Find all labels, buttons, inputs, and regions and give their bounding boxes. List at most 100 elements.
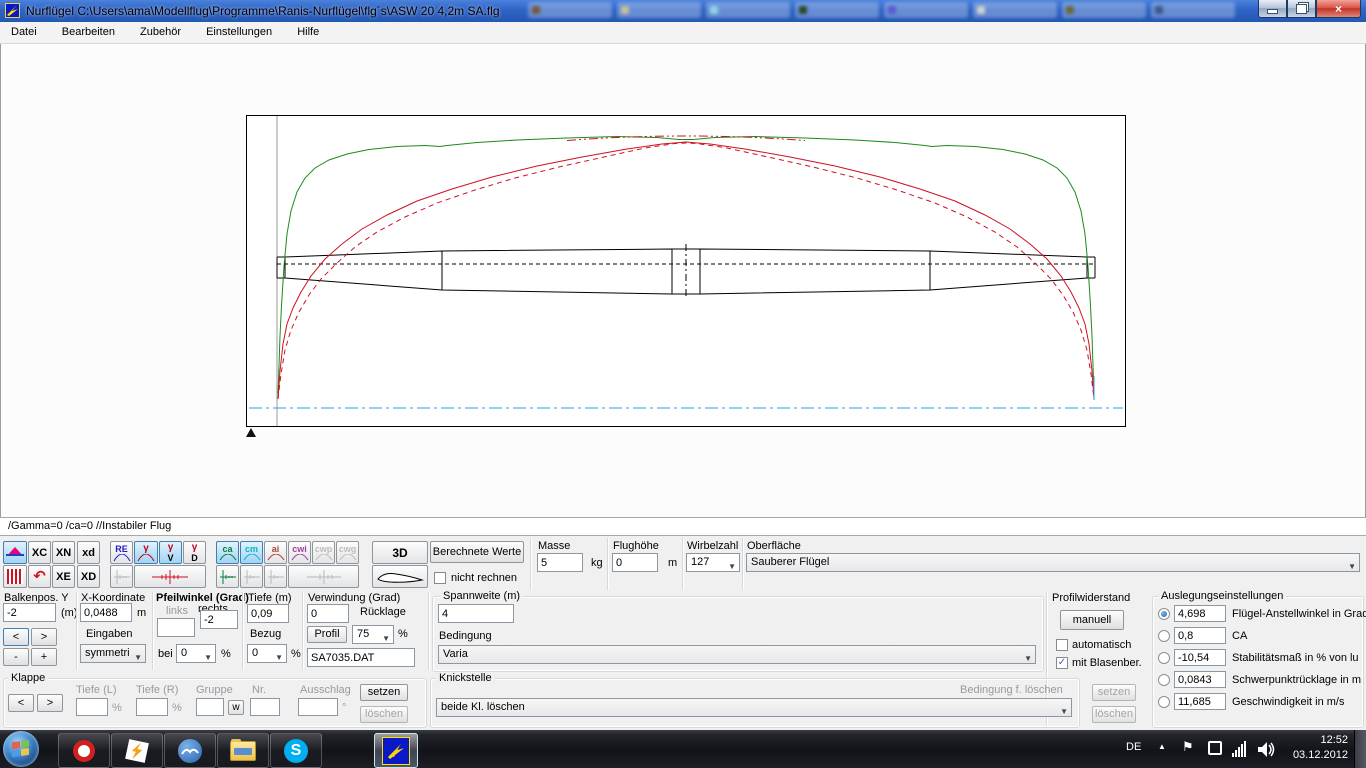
oberflaeche-combo[interactable]: Sauberer Flügel ▼: [746, 553, 1360, 572]
wing-view-button[interactable]: [3, 541, 27, 564]
ruecklage-combo[interactable]: 75 ▼: [352, 625, 394, 644]
nicht-rechnen-label: nicht rechnen: [451, 572, 518, 584]
axis-icon: [306, 569, 341, 584]
undo-button[interactable]: ↶: [28, 565, 51, 588]
pfeilwinkel-rechts-input[interactable]: [200, 610, 238, 629]
flughoehe-input[interactable]: [612, 553, 658, 572]
nr-input[interactable]: [250, 698, 280, 716]
tiefe-l-input[interactable]: [76, 698, 108, 716]
balken-next-button[interactable]: >: [31, 628, 57, 646]
masse-input[interactable]: [537, 553, 583, 572]
schwerpunkt-radio[interactable]: [1158, 674, 1170, 686]
xe-button[interactable]: XE: [52, 565, 75, 588]
pfeilwinkel-links-input[interactable]: [157, 618, 195, 637]
language-indicator[interactable]: DE: [1126, 741, 1141, 753]
rib-stripes-button[interactable]: [3, 565, 27, 588]
profil-file-input[interactable]: [307, 648, 415, 667]
menu-datei[interactable]: Datei: [0, 22, 48, 43]
title-bar[interactable]: Nurflügel C:\Users\ama\Modellflug\Progra…: [0, 0, 1366, 22]
ca-radio[interactable]: [1158, 630, 1170, 642]
wirbelzahl-combo[interactable]: 127 ▼: [686, 553, 740, 572]
restore-button[interactable]: [1287, 0, 1316, 18]
menu-bearbeiten[interactable]: Bearbeiten: [51, 22, 126, 43]
menu-einstellungen[interactable]: Einstellungen: [195, 22, 283, 43]
axis-red-button[interactable]: [134, 565, 206, 588]
tray-expand-icon[interactable]: ▲: [1158, 742, 1166, 751]
taskbar-opera-button[interactable]: [58, 733, 110, 768]
cwi-plot-button[interactable]: cwi: [288, 541, 311, 564]
tiefe-input[interactable]: [247, 604, 289, 623]
xc-button[interactable]: XC: [28, 541, 51, 564]
bei-combo[interactable]: 0 ▼: [176, 644, 216, 663]
close-button[interactable]: ×: [1316, 0, 1361, 18]
ai-plot-button[interactable]: ai: [264, 541, 287, 564]
klappe-loeschen-button: löschen: [360, 706, 408, 723]
start-button[interactable]: [3, 731, 39, 767]
axis-green-button[interactable]: [216, 565, 239, 588]
taskbar-winamp-button[interactable]: [111, 733, 163, 768]
taskbar-nurfluegel-button[interactable]: [374, 733, 418, 768]
klappe-next-button[interactable]: >: [37, 694, 63, 712]
airfoil-button[interactable]: [372, 565, 428, 588]
balken-prev-button[interactable]: <: [3, 628, 29, 646]
cwg-plot-button: cwg: [336, 541, 359, 564]
xd-button[interactable]: xd: [77, 541, 100, 564]
balkenpos-input[interactable]: [3, 603, 56, 622]
taskbar-skype-button[interactable]: S: [270, 733, 322, 768]
taskbar-clock[interactable]: 12:52 03.12.2012: [1293, 733, 1348, 763]
re-plot-button[interactable]: RE: [110, 541, 133, 564]
drawing-canvas[interactable]: [0, 44, 1366, 517]
action-center-icon[interactable]: [1208, 741, 1222, 755]
profil-button[interactable]: Profil: [307, 626, 347, 643]
tiefe-l-pct: %: [112, 702, 122, 714]
network-signal-icon[interactable]: [1232, 741, 1246, 757]
schwerpunkt-input[interactable]: [1174, 671, 1226, 688]
chevron-down-icon: ▼: [134, 653, 142, 662]
berechnete-werte-button[interactable]: Berechnete Werte: [430, 541, 524, 563]
flag-icon[interactable]: ⚑: [1182, 739, 1194, 755]
stabilitaet-radio[interactable]: [1158, 652, 1170, 664]
ca-plot-button[interactable]: ca: [216, 541, 239, 564]
spannweite-input[interactable]: [438, 604, 514, 623]
balken-plus-button[interactable]: +: [31, 648, 57, 666]
klappe-setzen-button[interactable]: setzen: [360, 684, 408, 701]
automatisch-checkbox[interactable]: [1056, 639, 1068, 651]
verwindung-input[interactable]: [307, 604, 349, 623]
anstellwinkel-radio[interactable]: [1158, 608, 1170, 620]
gruppe-w-button[interactable]: w: [228, 700, 244, 715]
gruppe-input[interactable]: [196, 698, 224, 716]
background-window-tabs: [528, 2, 1254, 20]
bedingung-combo[interactable]: Varia ▼: [438, 645, 1036, 664]
xkoordinate-input[interactable]: [80, 603, 132, 622]
stabilitaet-input[interactable]: [1174, 649, 1226, 666]
xd2-button[interactable]: XD: [77, 565, 100, 588]
balken-minus-button[interactable]: -: [3, 648, 29, 666]
blasenber-checkbox[interactable]: ✓: [1056, 657, 1068, 669]
eingaben-mode-combo[interactable]: symmetri ▼: [80, 644, 146, 663]
bezug-combo[interactable]: 0 ▼: [247, 644, 287, 663]
app-icon[interactable]: [5, 3, 20, 18]
taskbar-explorer-button[interactable]: [217, 733, 269, 768]
gamma-plot-button[interactable]: γ: [134, 541, 158, 564]
manuell-button[interactable]: manuell: [1060, 610, 1124, 630]
anstellwinkel-input[interactable]: [1174, 605, 1226, 622]
view-3d-button[interactable]: 3D: [372, 541, 428, 564]
volume-icon[interactable]: [1258, 742, 1276, 760]
klappe-prev-button[interactable]: <: [8, 694, 34, 712]
minimize-button[interactable]: [1258, 0, 1287, 18]
cm-plot-button[interactable]: cm: [240, 541, 263, 564]
gamma-d-button[interactable]: γ D: [183, 541, 206, 564]
menu-zubehoer[interactable]: Zubehör: [129, 22, 192, 43]
nicht-rechnen-checkbox[interactable]: [434, 572, 446, 584]
ausschlag-input[interactable]: [298, 698, 338, 716]
geschwindigkeit-radio[interactable]: [1158, 696, 1170, 708]
ca-input[interactable]: [1174, 627, 1226, 644]
knickstelle-combo[interactable]: beide Kl. löschen ▼: [436, 698, 1072, 717]
tiefe-r-input[interactable]: [136, 698, 168, 716]
menu-hilfe[interactable]: Hilfe: [286, 22, 330, 43]
taskbar-openoffice-button[interactable]: [164, 733, 216, 768]
show-desktop-button[interactable]: [1354, 730, 1366, 768]
geschwindigkeit-input[interactable]: [1174, 693, 1226, 710]
gamma-v-button[interactable]: γ V: [159, 541, 182, 564]
xn-button[interactable]: XN: [52, 541, 75, 564]
